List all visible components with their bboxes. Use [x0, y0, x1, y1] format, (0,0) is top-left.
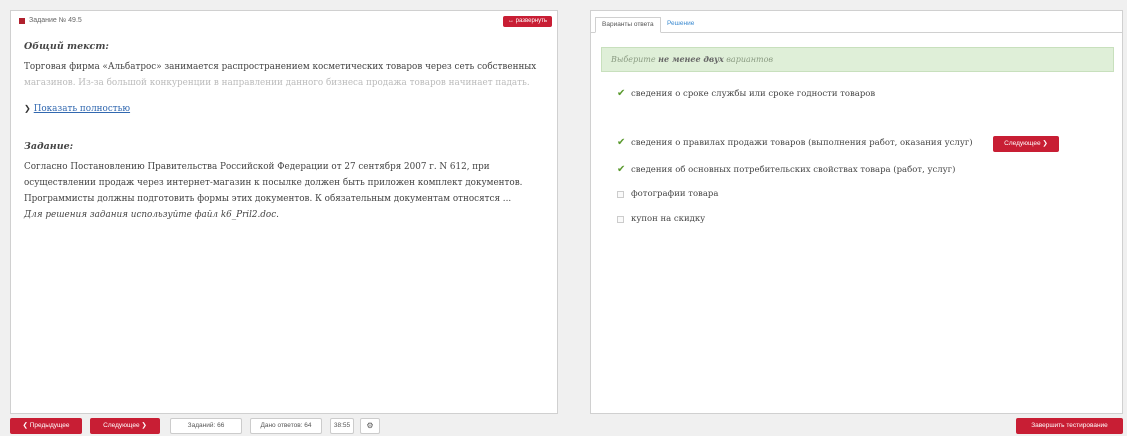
- checkbox-checked-icon[interactable]: ✔: [617, 138, 625, 148]
- hint-prefix: Выберите: [611, 55, 659, 64]
- answer-option[interactable]: купон на скидку: [631, 214, 705, 224]
- chevron-down-icon: ❯: [24, 104, 31, 113]
- general-text-title: Общий текст:: [24, 41, 109, 52]
- task-header: Задание № 49.5: [19, 17, 82, 24]
- show-more-label: Показать полностью: [33, 104, 131, 114]
- next-button-inline[interactable]: Следующее ❯: [993, 136, 1059, 152]
- tab-answers[interactable]: Варианты ответа: [595, 17, 661, 33]
- task-line: Программисты должны подготовить формы эт…: [24, 194, 512, 204]
- next-button[interactable]: Следующее ❯: [90, 418, 160, 434]
- general-text-line: Торговая фирма «Альбатрос» занимается ра…: [24, 62, 537, 72]
- timer: 38:55: [330, 418, 354, 434]
- flag-icon: [19, 17, 25, 24]
- answer-option[interactable]: фотографии товара: [631, 189, 718, 199]
- general-text-line-faded: магазинов. Из-за большой конкуренции в н…: [24, 78, 530, 88]
- answer-option[interactable]: сведения об основных потребительских сво…: [631, 165, 955, 175]
- task-number: Задание № 49.5: [29, 17, 82, 24]
- hint-suffix: вариантов: [723, 55, 774, 64]
- answer-panel: Варианты ответа Решение Выберите не мене…: [590, 10, 1123, 414]
- answered-count: Дано ответов: 64: [250, 418, 322, 434]
- task-file-note: Для решения задания используйте файл k6_…: [24, 210, 279, 220]
- expand-button[interactable]: ↔ развернуть: [502, 16, 552, 27]
- task-line: Согласно Постановлению Правительства Рос…: [24, 162, 490, 172]
- checkbox-checked-icon[interactable]: ✔: [617, 89, 625, 99]
- task-panel: Задание № 49.5 ↔ развернуть Общий текст:…: [10, 10, 558, 414]
- tab-solution[interactable]: Решение: [661, 17, 700, 33]
- task-title: Задание:: [24, 141, 74, 152]
- prev-button[interactable]: ❮ Предыдущее: [10, 418, 82, 434]
- hint-bold: не менее двух: [658, 54, 724, 64]
- tasks-count: Заданий: 66: [170, 418, 242, 434]
- task-line: осуществлении продаж через интернет-мага…: [24, 178, 523, 188]
- checkbox-empty[interactable]: [617, 191, 624, 198]
- checkbox-empty[interactable]: [617, 216, 624, 223]
- checkbox-checked-icon[interactable]: ✔: [617, 165, 625, 175]
- answer-option[interactable]: сведения о правилах продажи товаров (вып…: [631, 138, 973, 148]
- show-more-link[interactable]: ❯ Показать полностью: [24, 104, 130, 114]
- gear-icon[interactable]: ⚙: [360, 418, 380, 434]
- selection-hint: Выберите не менее двух вариантов: [601, 47, 1114, 72]
- answer-option[interactable]: сведения о сроке службы или сроке годнос…: [631, 89, 875, 99]
- finish-test-button[interactable]: Завершить тестирование: [1016, 418, 1123, 434]
- answer-tabs: Варианты ответа Решение: [591, 11, 1122, 33]
